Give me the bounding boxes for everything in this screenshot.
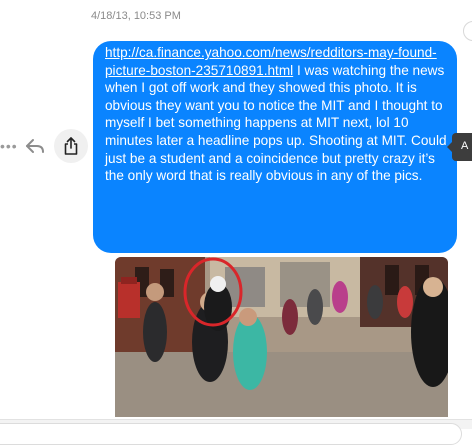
message-timestamp: 4/18/13, 10:53 PM: [91, 10, 181, 22]
share-icon: [64, 137, 78, 155]
message-actions: •••: [0, 128, 90, 164]
message-bubble[interactable]: http://ca.finance.yahoo.com/news/reddito…: [93, 41, 457, 253]
message-text: I was watching the news when I got off w…: [105, 62, 447, 184]
avatar[interactable]: [463, 21, 472, 41]
photo-attachment[interactable]: [115, 257, 448, 417]
reply-icon[interactable]: [24, 135, 46, 157]
message-input[interactable]: [0, 423, 462, 445]
share-button[interactable]: [54, 129, 88, 163]
tooltip-text: A: [461, 140, 469, 152]
tooltip: A: [447, 133, 472, 161]
photo-image: [115, 257, 448, 417]
more-horizontal-icon[interactable]: •••: [0, 138, 18, 154]
